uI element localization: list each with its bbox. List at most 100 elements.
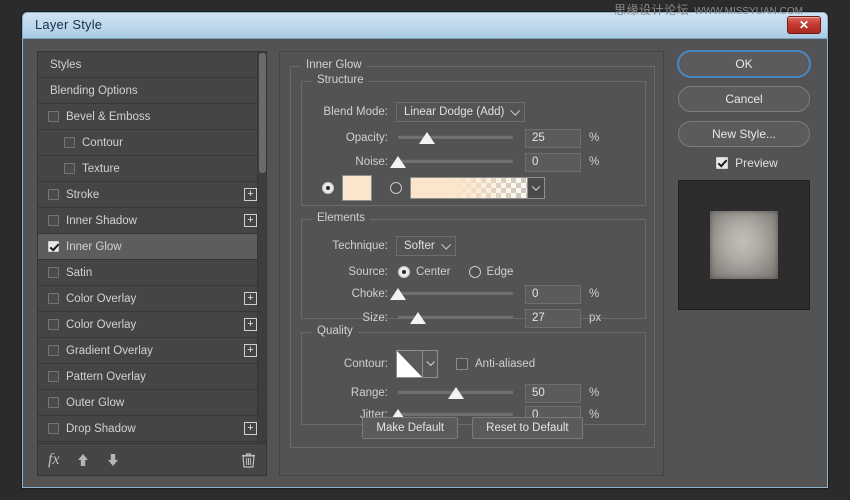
structure-group: Structure Blend Mode: Linear Dodge (Add)… [301,81,646,206]
style-row-contour[interactable]: Contour [38,130,266,156]
range-slider-thumb[interactable] [448,387,464,399]
choke-slider[interactable] [398,285,513,303]
style-checkbox[interactable] [48,241,59,252]
range-slider[interactable] [398,384,513,402]
watermark-cn-text: 思缘设计论坛 [614,3,689,17]
trash-icon[interactable] [241,452,256,468]
scrollbar-thumb[interactable] [259,53,266,173]
styles-scrollbar[interactable] [257,52,266,443]
close-icon[interactable]: ✕ [787,16,821,34]
style-checkbox[interactable] [48,215,59,226]
dialog-body: Styles Blending Options Bevel & Emboss Cont… [23,39,827,487]
glow-gradient-picker[interactable] [410,177,545,199]
style-row-label: Styles [50,59,81,71]
size-row: Size: 27 px [310,308,640,328]
style-row-gradient-overlay[interactable]: Gradient Overlay + [38,338,266,364]
style-checkbox[interactable] [48,371,59,382]
source-edge-radio[interactable] [469,266,481,278]
style-checkbox[interactable] [48,319,59,330]
style-checkbox[interactable] [48,293,59,304]
opacity-slider-thumb[interactable] [419,132,435,144]
glow-color-swatch[interactable] [342,175,372,201]
forum-watermark: 思缘设计论坛 WWW.MISSYUAN.COM [614,1,803,18]
opacity-input[interactable]: 25 [525,129,581,148]
style-row-satin[interactable]: Satin [38,260,266,286]
size-slider[interactable] [398,309,513,327]
arrow-up-icon[interactable] [76,453,90,467]
style-row-inner-glow[interactable]: Inner Glow [38,234,266,260]
cancel-button[interactable]: Cancel [678,86,810,112]
style-checkbox[interactable] [48,267,59,278]
preview-checkbox[interactable] [716,157,728,169]
fx-icon[interactable]: fx [48,451,60,469]
contour-picker[interactable] [396,350,438,378]
opacity-slider[interactable] [398,129,513,147]
style-row-drop-shadow[interactable]: Drop Shadow+ [38,416,266,442]
contour-dropdown-button[interactable] [423,351,437,377]
inner-glow-group-title: Inner Glow [301,59,367,71]
style-row-stroke[interactable]: Stroke+ [38,182,266,208]
technique-select[interactable]: Softer [396,236,456,256]
style-row-inner-shadow[interactable]: Inner Shadow+ [38,208,266,234]
anti-aliased-checkbox[interactable] [456,358,468,370]
add-effect-button[interactable]: + [244,318,257,331]
opacity-label: Opacity: [310,132,388,144]
style-row-blending-options[interactable]: Blending Options [38,78,266,104]
choke-input[interactable]: 0 [525,285,581,304]
style-row-texture[interactable]: Texture [38,156,266,182]
preview-toggle[interactable]: Preview [678,156,816,170]
add-effect-button[interactable]: + [244,292,257,305]
style-checkbox[interactable] [48,111,59,122]
source-row: Source: Center Edge [310,262,531,282]
style-row-color-overlay[interactable]: Color Overlay+ [38,312,266,338]
elements-group: Elements Technique: Softer Source: [301,219,646,319]
fill-color-radio[interactable] [322,182,334,194]
size-slider-thumb[interactable] [410,312,426,324]
add-effect-button[interactable]: + [244,422,257,435]
ok-button[interactable]: OK [678,51,810,77]
arrow-down-icon[interactable] [106,453,120,467]
technique-label: Technique: [310,240,388,252]
source-edge-label: Edge [487,266,514,278]
styles-toolbar: fx [38,443,266,475]
style-row-label: Gradient Overlay [66,345,153,357]
style-row-outer-glow[interactable]: Outer Glow [38,390,266,416]
style-row-bevel-emboss[interactable]: Bevel & Emboss [38,104,266,130]
noise-slider-thumb[interactable] [390,156,406,168]
reset-to-default-button[interactable]: Reset to Default [472,417,582,439]
blend-mode-select[interactable]: Linear Dodge (Add) [396,102,525,122]
anti-aliased-control[interactable]: Anti-aliased [456,358,535,370]
style-row-color-overlay[interactable]: Color Overlay+ [38,286,266,312]
style-checkbox[interactable] [48,189,59,200]
preview-shape [710,211,778,279]
noise-row: Noise: 0 % [310,152,640,172]
gradient-dropdown-button[interactable] [527,178,544,198]
style-checkbox[interactable] [48,397,59,408]
style-row-styles[interactable]: Styles [38,52,266,78]
add-effect-button[interactable]: + [244,214,257,227]
choke-slider-track [398,291,513,295]
style-row-label: Satin [66,267,92,279]
style-checkbox[interactable] [64,137,75,148]
add-effect-button[interactable]: + [244,188,257,201]
styles-list[interactable]: Styles Blending Options Bevel & Emboss Cont… [38,52,266,443]
source-center-radio[interactable] [398,266,410,278]
style-checkbox[interactable] [48,345,59,356]
add-effect-button[interactable]: + [244,344,257,357]
size-label: Size: [310,312,388,324]
fill-gradient-radio[interactable] [390,182,402,194]
noise-input[interactable]: 0 [525,153,581,172]
watermark-en-text: WWW.MISSYUAN.COM [694,6,803,17]
style-row-pattern-overlay[interactable]: Pattern Overlay [38,364,266,390]
style-checkbox[interactable] [64,163,75,174]
size-input[interactable]: 27 [525,309,581,328]
style-checkbox[interactable] [48,423,59,434]
new-style-button[interactable]: New Style... [678,121,810,147]
range-input[interactable]: 50 [525,384,581,403]
choke-slider-thumb[interactable] [390,288,406,300]
make-default-button[interactable]: Make Default [362,417,458,439]
jitter-slider-track [398,412,513,416]
chevron-down-icon [426,358,434,366]
noise-slider[interactable] [398,153,513,171]
style-row-label: Bevel & Emboss [66,111,150,123]
